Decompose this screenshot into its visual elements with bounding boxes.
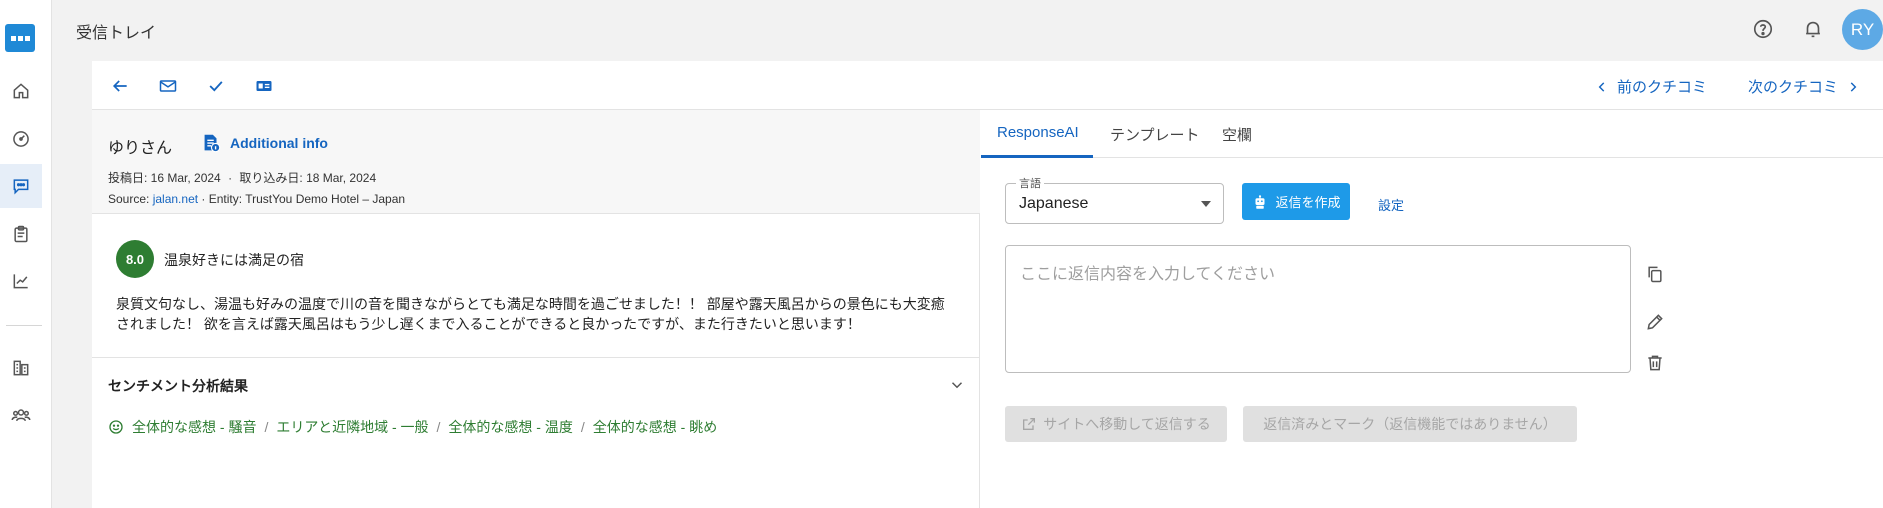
arrow-left-icon [112, 80, 127, 92]
sidebar-divider [6, 325, 42, 326]
tab-responseai[interactable]: ResponseAI [997, 124, 1079, 141]
tag-separator: / [580, 419, 585, 435]
copy-icon [1648, 266, 1662, 283]
pencil-icon [1647, 314, 1663, 330]
section-divider [92, 357, 980, 358]
delete-button[interactable] [1643, 351, 1667, 375]
sentiment-tag[interactable]: 全体的な感想 - 温度 [448, 417, 572, 437]
guest-card-button[interactable] [251, 73, 277, 99]
response-panel: ResponseAI テンプレート 空欄 言語 Japanese 返信を作成 設… [981, 110, 1883, 508]
mark-replied-button[interactable]: 返信済みとマーク（返信機能ではありません） [1243, 406, 1577, 442]
tab-blank[interactable]: 空欄 [1222, 124, 1252, 145]
sidebar-item-home[interactable] [0, 69, 42, 113]
sidebar-item-survey[interactable] [0, 212, 42, 256]
caret-down-icon [1201, 201, 1211, 207]
review-text-line: されました！ 欲を言えば露天風呂はもう少し遅くまで入ることができると良かったです… [116, 316, 861, 332]
sidebar-item-hotel[interactable] [0, 346, 42, 390]
edit-button[interactable] [1643, 310, 1667, 334]
review-card: 前のクチコミ 次のクチコミ ゆりさん Additional info 投稿日: … [92, 61, 1883, 508]
prev-review-link[interactable]: 前のクチコミ [1595, 76, 1707, 97]
mark-done-button[interactable] [203, 73, 229, 99]
external-link-icon [1023, 418, 1036, 430]
additional-info-label: Additional info [230, 135, 328, 151]
language-label: 言語 [1016, 175, 1044, 191]
review-source: Source: jalan.net · Entity: TrustYou Dem… [108, 192, 405, 206]
entity-name: · Entity: TrustYou Demo Hotel – Japan [201, 192, 406, 206]
prev-review-label: 前のクチコミ [1617, 79, 1708, 96]
trash-icon [1648, 355, 1662, 371]
review-header: ゆりさん Additional info 投稿日: 16 Mar, 2024 ·… [92, 110, 980, 214]
language-value: Japanese [1019, 195, 1089, 212]
additional-info-button[interactable]: Additional info [200, 132, 328, 154]
copy-button[interactable] [1643, 262, 1667, 286]
notifications-button[interactable] [1800, 16, 1826, 42]
sidebar [0, 0, 52, 508]
review-panel: ゆりさん Additional info 投稿日: 16 Mar, 2024 ·… [92, 110, 980, 508]
chat-icon [13, 179, 29, 195]
chevron-right-icon [1850, 81, 1857, 92]
sentiment-tag[interactable]: 全体的な感想 - 騒音 [132, 417, 256, 437]
sentiment-tag[interactable]: 全体的な感想 - 眺め [593, 417, 717, 437]
review-title: 温泉好きには満足の宿 [164, 252, 304, 268]
mail-icon [159, 80, 177, 92]
app-logo[interactable] [5, 24, 35, 52]
help-button[interactable] [1750, 16, 1776, 42]
language-select[interactable]: 言語 Japanese [1005, 175, 1224, 224]
score-badge: 8.0 [116, 240, 154, 278]
next-review-label: 次のクチコミ [1748, 79, 1839, 96]
generate-reply-label: 返信を作成 [1275, 195, 1341, 210]
tab-template[interactable]: テンプレート [1110, 124, 1200, 145]
sentiment-tag[interactable]: エリアと近隣地域 - 一般 [276, 417, 428, 437]
page-title: 受信トレイ [76, 25, 157, 42]
source-label: Source: [108, 192, 150, 206]
sidebar-item-dashboard[interactable] [0, 117, 42, 161]
mark-unread-button[interactable] [155, 73, 181, 99]
back-button[interactable] [107, 73, 133, 99]
imported-date: 取り込み日: 18 Mar, 2024 [239, 171, 377, 185]
generate-reply-button[interactable]: 返信を作成 [1242, 183, 1350, 220]
users-icon [11, 409, 31, 422]
meta-dot: · [228, 171, 233, 185]
goto-site-reply-label: サイトへ移動して返信する [1043, 416, 1211, 432]
id-card-icon [256, 81, 272, 91]
chevron-down-icon[interactable] [948, 376, 966, 394]
reviewer-name: ゆりさん [108, 140, 173, 157]
document-info-icon [204, 134, 221, 153]
user-avatar[interactable]: RY [1842, 9, 1883, 50]
chart-line-icon [13, 274, 28, 289]
next-review-link[interactable]: 次のクチコミ [1748, 76, 1860, 97]
review-toolbar: 前のクチコミ 次のクチコミ [92, 61, 1883, 110]
review-text: 泉質文句なし、湯温も好みの温度で川の音を聞きながらとても満足な時間を過ごせました… [116, 294, 966, 334]
sentiment-title: センチメント分析結果 [108, 378, 248, 394]
active-tab-indicator [981, 155, 1093, 158]
review-text-line: 泉質文句なし、湯温も好みの温度で川の音を聞きながらとても満足な時間を過ごせました… [116, 296, 945, 312]
sentiment-tags: 全体的な感想 - 騒音 / エリアと近隣地域 - 一般 / 全体的な感想 - 温… [108, 417, 717, 437]
clipboard-icon [14, 225, 28, 243]
tag-separator: / [264, 419, 269, 435]
source-link[interactable]: jalan.net [153, 192, 198, 206]
response-tabs: ResponseAI テンプレート 空欄 [981, 110, 1883, 158]
check-icon [209, 81, 223, 92]
building-icon [13, 360, 29, 376]
sidebar-item-users[interactable] [0, 393, 42, 437]
chevron-left-icon [1598, 81, 1605, 92]
robot-icon [1255, 194, 1265, 209]
home-icon [13, 83, 29, 99]
goto-site-reply-button[interactable]: サイトへ移動して返信する [1005, 406, 1227, 442]
bell-icon [1806, 21, 1820, 38]
help-icon [1753, 19, 1773, 39]
review-dates: 投稿日: 16 Mar, 2024 · 取り込み日: 18 Mar, 2024 [108, 169, 376, 186]
gauge-icon [13, 131, 29, 147]
sidebar-item-analytics[interactable] [0, 259, 42, 303]
tag-separator: / [436, 419, 441, 435]
sidebar-item-inbox[interactable] [0, 164, 42, 208]
smile-icon [109, 420, 123, 434]
posted-date: 投稿日: 16 Mar, 2024 [108, 171, 221, 185]
reply-textarea[interactable] [1005, 245, 1631, 373]
settings-link[interactable]: 設定 [1378, 195, 1404, 214]
